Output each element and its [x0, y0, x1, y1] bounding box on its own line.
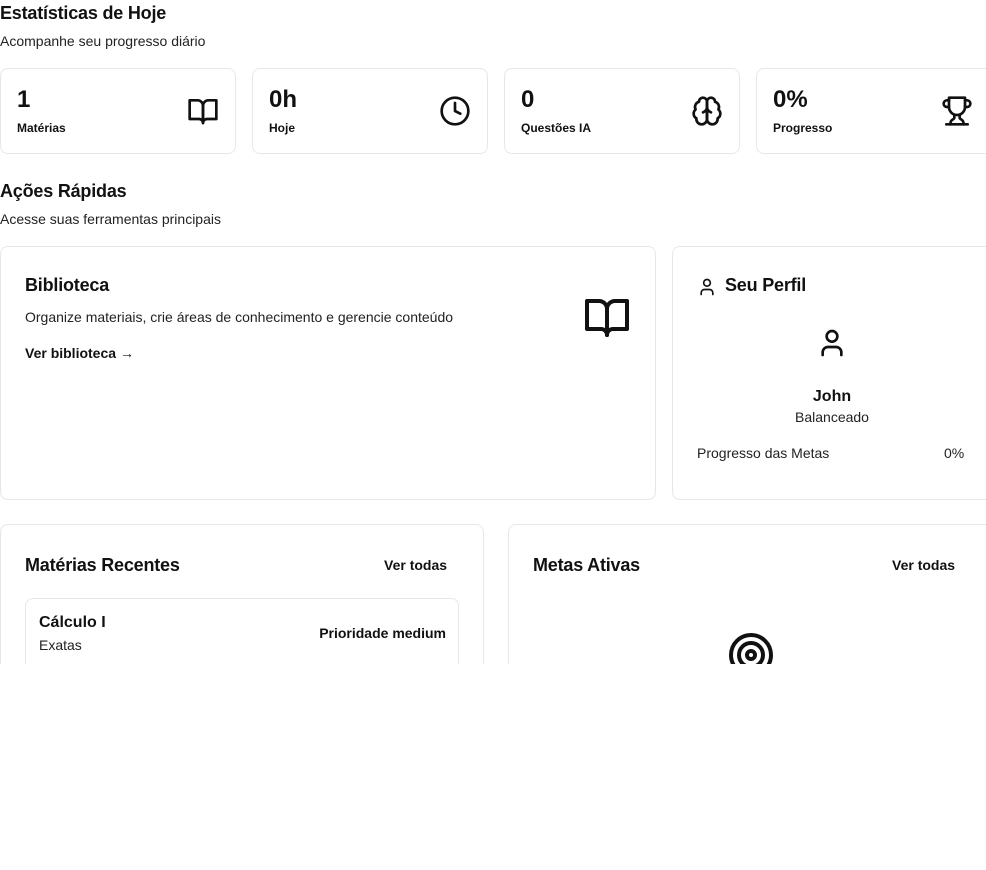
subject-name: Cálculo I	[39, 614, 106, 631]
stat-value: 0h	[269, 86, 298, 113]
stat-value: 1	[17, 86, 31, 113]
active-goals-card: Metas Ativas Ver todas	[508, 524, 986, 664]
library-title: Biblioteca	[25, 275, 110, 295]
quick-actions-title: Ações Rápidas	[0, 181, 127, 201]
view-all-goals-link[interactable]: Ver todas	[892, 557, 955, 573]
view-library-label: Ver biblioteca	[25, 345, 117, 361]
stat-label: Matérias	[17, 121, 66, 135]
library-description: Organize materiais, crie áreas de conhec…	[25, 309, 454, 325]
subject-area: Exatas	[39, 637, 82, 653]
priority-badge: Prioridade medium	[319, 625, 446, 641]
stat-card-progress: 0% Progresso	[756, 68, 986, 154]
view-library-link[interactable]: Ver biblioteca →	[25, 345, 134, 361]
stat-label: Questões IA	[521, 121, 592, 135]
stats-section-subtitle: Acompanhe seu progresso diário	[0, 33, 206, 49]
target-icon	[727, 631, 775, 664]
goal-progress-label: Progresso das Metas	[697, 445, 830, 461]
profile-title: Seu Perfil	[725, 275, 807, 295]
book-open-icon	[583, 293, 631, 341]
goal-progress-value: 0%	[944, 445, 965, 461]
stats-section-title: Estatísticas de Hoje	[0, 3, 167, 23]
stat-card-subjects: 1 Matérias	[0, 68, 236, 154]
stat-label: Hoje	[269, 121, 296, 135]
clock-icon	[439, 95, 471, 127]
stat-value: 0	[521, 86, 535, 113]
user-icon	[697, 277, 717, 297]
profile-name: John	[812, 388, 852, 405]
active-goals-title: Metas Ativas	[533, 555, 640, 575]
view-all-subjects-link[interactable]: Ver todas	[384, 557, 447, 573]
profile-card: Seu Perfil John Balanceado Progresso das…	[672, 246, 986, 500]
profile-mode: Balanceado	[795, 409, 869, 425]
stat-value: 0%	[773, 86, 808, 113]
trophy-icon	[941, 95, 973, 127]
quick-actions-subtitle: Acesse suas ferramentas principais	[0, 211, 221, 227]
arrow-right-icon: →	[119, 345, 134, 361]
dashboard-content: Estatísticas de Hoje Acompanhe seu progr…	[0, 0, 986, 664]
stat-card-today: 0h Hoje	[252, 68, 488, 154]
recent-subjects-title: Matérias Recentes	[25, 555, 180, 575]
recent-subjects-card: Matérias Recentes Ver todas Cálculo I Ex…	[0, 524, 484, 664]
brain-icon	[691, 95, 723, 127]
library-card[interactable]: Biblioteca Organize materiais, crie área…	[0, 246, 656, 500]
avatar-user-icon	[816, 327, 848, 359]
stat-card-ai-questions: 0 Questões IA	[504, 68, 740, 154]
list-item[interactable]: Cálculo I Exatas Prioridade medium	[25, 598, 459, 664]
book-open-icon	[187, 95, 219, 127]
stat-label: Progresso	[773, 121, 833, 135]
